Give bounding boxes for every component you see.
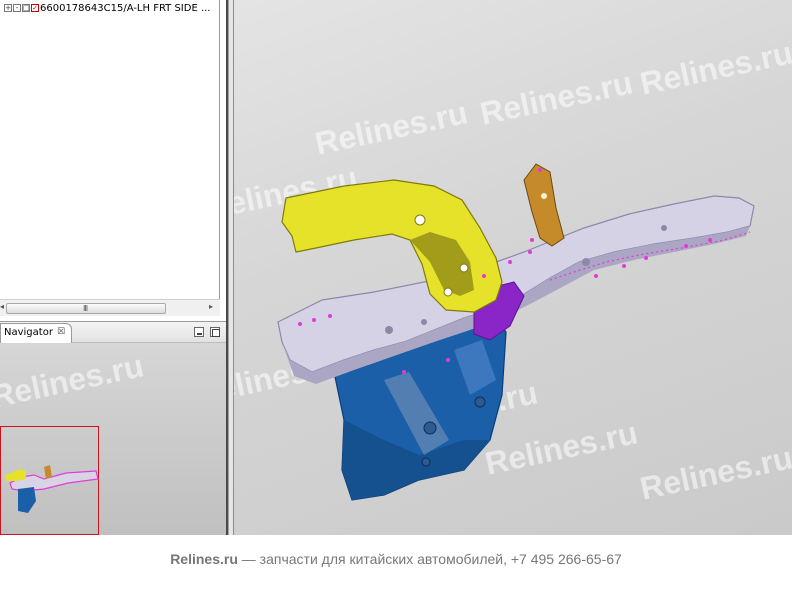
bracket-hole (459, 263, 469, 273)
scroll-left-icon[interactable]: ◂ (0, 302, 4, 311)
navigator-canvas[interactable]: Relines.ru (0, 343, 226, 535)
part-icon: □ (22, 4, 30, 12)
navigator-thumbnail (6, 465, 99, 513)
scroll-right-icon[interactable]: ▸ (209, 302, 213, 311)
footer-caption: Relines.ru — запчасти для китайских авто… (0, 551, 792, 567)
mount-hole (541, 193, 547, 199)
model-tree-panel: + - □ ✓ 6600178643C15/A-LH FRT SIDE ... … (0, 0, 220, 316)
page-footer: Relines.ru — запчасти для китайских авто… (0, 535, 792, 600)
footer-contact: — запчасти для китайских автомобилей, +7… (241, 551, 622, 567)
link-icon: - (13, 4, 21, 12)
close-icon[interactable]: ☒ (57, 327, 65, 343)
navigator-tab-label: Navigator (4, 327, 53, 338)
tree-item[interactable]: + - □ ✓ 6600178643C15/A-LH FRT SIDE ... (4, 1, 211, 15)
expand-icon[interactable]: + (4, 4, 12, 12)
footer-brand: Relines.ru (170, 551, 238, 567)
scrollbar-thumb[interactable]: III (6, 303, 166, 314)
tab-navigator[interactable]: Navigator ☒ (0, 323, 73, 343)
housing-hole (474, 396, 486, 408)
scrollbar-grip: III (83, 304, 88, 313)
housing-hole (423, 421, 437, 435)
bracket-hole (443, 287, 453, 297)
bracket-hole (414, 214, 426, 226)
checkbox-icon[interactable]: ✓ (31, 4, 39, 12)
rail-hole (385, 326, 393, 334)
mount-bracket (523, 163, 565, 247)
thumb-bracket (6, 469, 26, 481)
rail-hole (421, 319, 427, 325)
maximize-icon[interactable] (210, 327, 220, 337)
rail-hole (661, 225, 667, 231)
rail-hole (582, 258, 590, 266)
3d-viewport[interactable]: Relines.ru Relines.ru Relines.ru Relines… (234, 0, 792, 535)
horizontal-scrollbar[interactable]: ◂ III ▸ (0, 299, 220, 316)
minimize-icon[interactable] (194, 327, 204, 337)
thumb-mount (44, 465, 52, 479)
navigator-header: Navigator ☒ (0, 321, 226, 343)
thumb-housing (18, 487, 36, 513)
part-model (277, 163, 755, 501)
tree-item-label: 6600178643C15/A-LH FRT SIDE ... (40, 2, 211, 14)
watermark: Relines.ru (0, 347, 147, 415)
housing-hole (421, 457, 431, 467)
